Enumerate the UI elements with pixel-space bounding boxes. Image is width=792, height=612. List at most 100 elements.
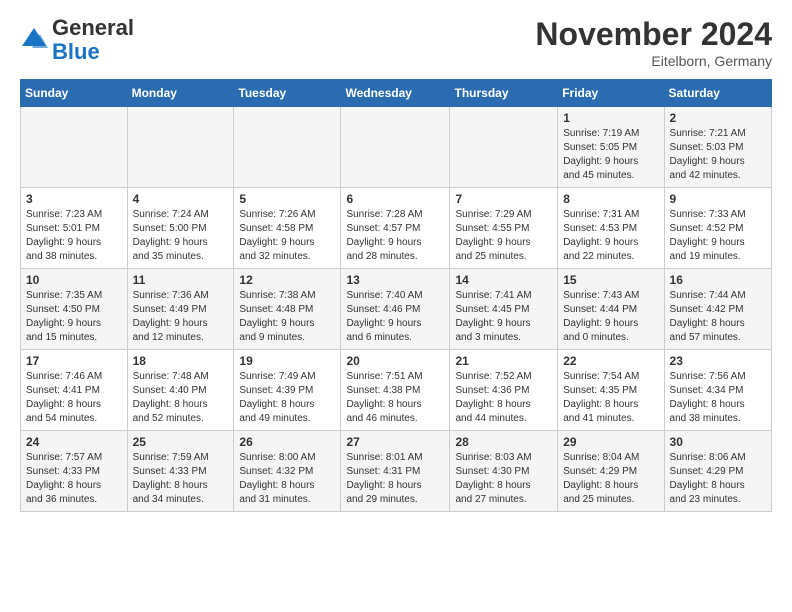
calendar-cell: 9 Sunrise: 7:33 AM Sunset: 4:52 PM Daylig… xyxy=(664,188,771,269)
calendar-cell: 13Sunrise: 7:40 AM Sunset: 4:46 PM Dayli… xyxy=(341,269,450,350)
calendar-cell: 6 Sunrise: 7:28 AM Sunset: 4:57 PM Daylig… xyxy=(341,188,450,269)
day-number: 4 xyxy=(133,192,229,206)
logo-icon xyxy=(20,26,48,54)
day-info: Sunrise: 7:59 AM Sunset: 4:33 PM Dayligh… xyxy=(133,451,229,507)
calendar-cell xyxy=(234,107,341,188)
calendar-cell: 4 Sunrise: 7:24 AM Sunset: 5:00 PM Daylig… xyxy=(127,188,234,269)
day-number: 20 xyxy=(346,354,444,368)
day-number: 7 xyxy=(455,192,552,206)
calendar-cell: 11 Sunrise: 7:36 AM Sunset: 4:49 PM Dayli… xyxy=(127,269,234,350)
day-number: 18 xyxy=(133,354,229,368)
location: Eitelborn, Germany xyxy=(535,53,772,69)
day-number: 11 xyxy=(133,273,229,287)
day-number: 6 xyxy=(346,192,444,206)
day-number: 8 xyxy=(563,192,658,206)
calendar-cell: 24 Sunrise: 7:57 AM Sunset: 4:33 PM Dayli… xyxy=(21,431,128,512)
day-number: 22 xyxy=(563,354,658,368)
day-number: 12 xyxy=(239,273,335,287)
calendar-cell: 10Sunrise: 7:35 AM Sunset: 4:50 PM Dayli… xyxy=(21,269,128,350)
calendar-table: Sunday Monday Tuesday Wednesday Thursday… xyxy=(20,79,772,512)
day-number: 14 xyxy=(455,273,552,287)
calendar-cell: 22 Sunrise: 7:54 AM Sunset: 4:35 PM Dayli… xyxy=(558,350,664,431)
day-info: Sunrise: 7:28 AM Sunset: 4:57 PM Dayligh… xyxy=(346,208,444,264)
calendar-cell: 16Sunrise: 7:44 AM Sunset: 4:42 PM Dayli… xyxy=(664,269,771,350)
day-number: 23 xyxy=(670,354,766,368)
day-info: Sunrise: 7:36 AM Sunset: 4:49 PM Dayligh… xyxy=(133,289,229,345)
calendar-cell: 5Sunrise: 7:26 AM Sunset: 4:58 PM Daylig… xyxy=(234,188,341,269)
day-info: Sunrise: 7:56 AM Sunset: 4:34 PM Dayligh… xyxy=(670,370,766,426)
day-info: Sunrise: 8:06 AM Sunset: 4:29 PM Dayligh… xyxy=(670,451,766,507)
calendar-cell xyxy=(450,107,558,188)
header: General Blue November 2024 Eitelborn, Ge… xyxy=(20,16,772,69)
day-number: 1 xyxy=(563,111,658,125)
calendar-cell: 14 Sunrise: 7:41 AM Sunset: 4:45 PM Dayli… xyxy=(450,269,558,350)
day-number: 10 xyxy=(26,273,122,287)
day-info: Sunrise: 7:51 AM Sunset: 4:38 PM Dayligh… xyxy=(346,370,444,426)
page: General Blue November 2024 Eitelborn, Ge… xyxy=(0,0,792,528)
day-info: Sunrise: 8:03 AM Sunset: 4:30 PM Dayligh… xyxy=(455,451,552,507)
day-info: Sunrise: 7:33 AM Sunset: 4:52 PM Dayligh… xyxy=(670,208,766,264)
day-number: 2 xyxy=(670,111,766,125)
day-number: 5 xyxy=(239,192,335,206)
day-info: Sunrise: 7:52 AM Sunset: 4:36 PM Dayligh… xyxy=(455,370,552,426)
day-number: 15 xyxy=(563,273,658,287)
day-number: 24 xyxy=(26,435,122,449)
title-block: November 2024 Eitelborn, Germany xyxy=(535,16,772,69)
day-info: Sunrise: 7:23 AM Sunset: 5:01 PM Dayligh… xyxy=(26,208,122,264)
day-number: 25 xyxy=(133,435,229,449)
calendar-cell: 3 Sunrise: 7:23 AM Sunset: 5:01 PM Daylig… xyxy=(21,188,128,269)
calendar-cell: 7 Sunrise: 7:29 AM Sunset: 4:55 PM Daylig… xyxy=(450,188,558,269)
calendar-cell: 12Sunrise: 7:38 AM Sunset: 4:48 PM Dayli… xyxy=(234,269,341,350)
day-number: 17 xyxy=(26,354,122,368)
day-number: 19 xyxy=(239,354,335,368)
th-tuesday: Tuesday xyxy=(234,80,341,107)
day-info: Sunrise: 7:21 AM Sunset: 5:03 PM Dayligh… xyxy=(670,127,766,183)
day-info: Sunrise: 7:29 AM Sunset: 4:55 PM Dayligh… xyxy=(455,208,552,264)
logo-blue: Blue xyxy=(52,39,100,64)
day-info: Sunrise: 8:01 AM Sunset: 4:31 PM Dayligh… xyxy=(346,451,444,507)
th-friday: Friday xyxy=(558,80,664,107)
day-info: Sunrise: 7:41 AM Sunset: 4:45 PM Dayligh… xyxy=(455,289,552,345)
day-info: Sunrise: 7:54 AM Sunset: 4:35 PM Dayligh… xyxy=(563,370,658,426)
calendar-cell: 20 Sunrise: 7:51 AM Sunset: 4:38 PM Dayli… xyxy=(341,350,450,431)
calendar-week-3: 17 Sunrise: 7:46 AM Sunset: 4:41 PM Dayli… xyxy=(21,350,772,431)
calendar-cell xyxy=(341,107,450,188)
calendar-cell: 25 Sunrise: 7:59 AM Sunset: 4:33 PM Dayli… xyxy=(127,431,234,512)
day-number: 21 xyxy=(455,354,552,368)
calendar-week-2: 10Sunrise: 7:35 AM Sunset: 4:50 PM Dayli… xyxy=(21,269,772,350)
calendar-cell: 15 Sunrise: 7:43 AM Sunset: 4:44 PM Dayli… xyxy=(558,269,664,350)
day-number: 9 xyxy=(670,192,766,206)
day-info: Sunrise: 8:00 AM Sunset: 4:32 PM Dayligh… xyxy=(239,451,335,507)
th-monday: Monday xyxy=(127,80,234,107)
th-sunday: Sunday xyxy=(21,80,128,107)
calendar-cell: 8 Sunrise: 7:31 AM Sunset: 4:53 PM Daylig… xyxy=(558,188,664,269)
calendar-week-0: 1 Sunrise: 7:19 AM Sunset: 5:05 PM Daylig… xyxy=(21,107,772,188)
calendar-cell: 30Sunrise: 8:06 AM Sunset: 4:29 PM Dayli… xyxy=(664,431,771,512)
calendar-body: 1 Sunrise: 7:19 AM Sunset: 5:05 PM Daylig… xyxy=(21,107,772,512)
day-info: Sunrise: 7:19 AM Sunset: 5:05 PM Dayligh… xyxy=(563,127,658,183)
day-info: Sunrise: 7:44 AM Sunset: 4:42 PM Dayligh… xyxy=(670,289,766,345)
calendar-cell: 27Sunrise: 8:01 AM Sunset: 4:31 PM Dayli… xyxy=(341,431,450,512)
day-info: Sunrise: 7:40 AM Sunset: 4:46 PM Dayligh… xyxy=(346,289,444,345)
logo: General Blue xyxy=(20,16,134,64)
calendar-header: Sunday Monday Tuesday Wednesday Thursday… xyxy=(21,80,772,107)
calendar-cell: 23 Sunrise: 7:56 AM Sunset: 4:34 PM Dayli… xyxy=(664,350,771,431)
calendar-week-1: 3 Sunrise: 7:23 AM Sunset: 5:01 PM Daylig… xyxy=(21,188,772,269)
day-info: Sunrise: 7:57 AM Sunset: 4:33 PM Dayligh… xyxy=(26,451,122,507)
calendar-week-4: 24 Sunrise: 7:57 AM Sunset: 4:33 PM Dayli… xyxy=(21,431,772,512)
day-info: Sunrise: 7:24 AM Sunset: 5:00 PM Dayligh… xyxy=(133,208,229,264)
weekday-row: Sunday Monday Tuesday Wednesday Thursday… xyxy=(21,80,772,107)
calendar-cell: 28Sunrise: 8:03 AM Sunset: 4:30 PM Dayli… xyxy=(450,431,558,512)
month-title: November 2024 xyxy=(535,16,772,53)
day-info: Sunrise: 7:46 AM Sunset: 4:41 PM Dayligh… xyxy=(26,370,122,426)
calendar-cell: 1 Sunrise: 7:19 AM Sunset: 5:05 PM Daylig… xyxy=(558,107,664,188)
th-wednesday: Wednesday xyxy=(341,80,450,107)
day-info: Sunrise: 7:49 AM Sunset: 4:39 PM Dayligh… xyxy=(239,370,335,426)
day-info: Sunrise: 8:04 AM Sunset: 4:29 PM Dayligh… xyxy=(563,451,658,507)
day-info: Sunrise: 7:48 AM Sunset: 4:40 PM Dayligh… xyxy=(133,370,229,426)
day-info: Sunrise: 7:31 AM Sunset: 4:53 PM Dayligh… xyxy=(563,208,658,264)
day-number: 3 xyxy=(26,192,122,206)
calendar-cell: 29Sunrise: 8:04 AM Sunset: 4:29 PM Dayli… xyxy=(558,431,664,512)
day-info: Sunrise: 7:43 AM Sunset: 4:44 PM Dayligh… xyxy=(563,289,658,345)
calendar-cell: 2 Sunrise: 7:21 AM Sunset: 5:03 PM Daylig… xyxy=(664,107,771,188)
